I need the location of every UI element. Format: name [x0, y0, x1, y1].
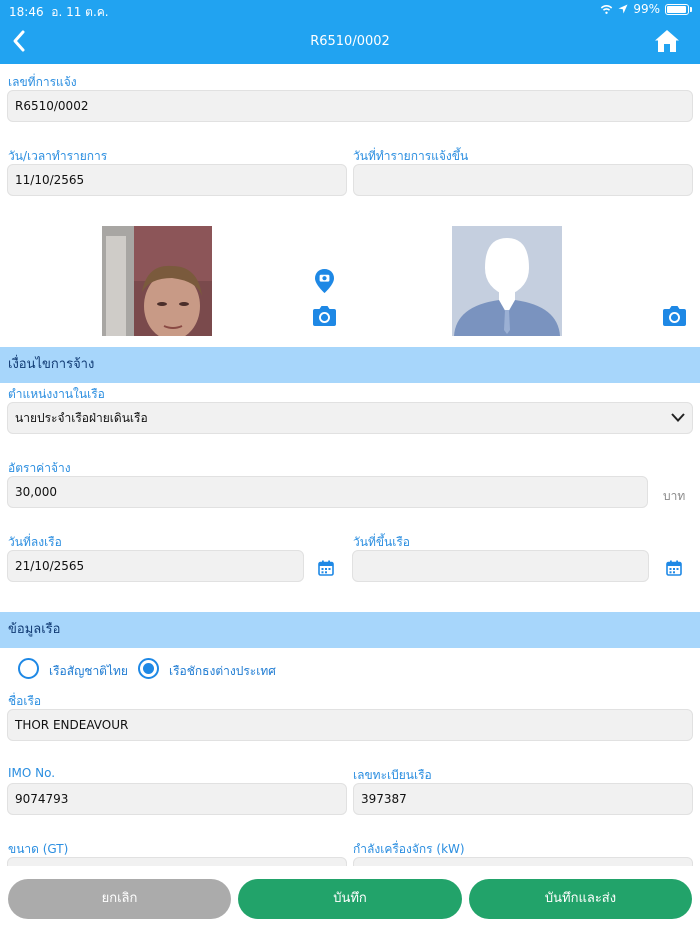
avatar-placeholder	[452, 226, 562, 336]
camera-icon[interactable]	[312, 305, 337, 327]
camera-icon-2[interactable]	[662, 305, 687, 327]
screen: 18:46 อ. 11 ต.ค. 99% R6510/0002 เลขที่กา…	[0, 0, 700, 934]
vessel-name-field[interactable]: THOR ENDEAVOUR	[7, 709, 693, 741]
radio-thai-vessel[interactable]	[18, 658, 39, 679]
status-right: 99%	[600, 2, 692, 16]
header-bar: 18:46 อ. 11 ต.ค. 99% R6510/0002	[0, 0, 700, 64]
disembark-date-field[interactable]	[352, 550, 649, 582]
battery-percent: 99%	[633, 2, 660, 16]
home-icon[interactable]	[654, 29, 680, 53]
position-selected-value: นายประจำเรือฝ่ายเดินเรือ	[15, 411, 148, 425]
location-arrow-icon	[618, 4, 628, 14]
vessel-section-header: ข้อมูลเรือ	[0, 612, 700, 648]
map-pin-camera-icon[interactable]	[315, 269, 334, 293]
status-time-date: 18:46 อ. 11 ต.ค.	[9, 5, 109, 19]
radio-foreign-vessel[interactable]	[138, 658, 159, 679]
wifi-icon	[601, 5, 613, 14]
board-date-field[interactable]: 21/10/2565	[7, 550, 304, 582]
transaction-date-field[interactable]: 11/10/2565	[7, 164, 347, 196]
imo-label: IMO No.	[8, 766, 56, 780]
radio-thai-label: เรือสัญชาติไทย	[49, 664, 128, 678]
chevron-down-icon	[671, 413, 685, 422]
battery-icon	[665, 3, 689, 15]
save-and-send-button[interactable]: บันทึกและส่ง	[469, 879, 692, 919]
report-no-field[interactable]: R6510/0002	[7, 90, 693, 122]
calendar-icon[interactable]	[318, 560, 334, 576]
radio-foreign-label: เรือชักธงต่างประเทศ	[169, 664, 276, 678]
save-button[interactable]: บันทึก	[238, 879, 462, 919]
person-photo	[102, 226, 212, 336]
wage-field[interactable]: 30,000	[7, 476, 648, 508]
registration-field[interactable]: 397387	[353, 783, 693, 815]
calendar-icon-2[interactable]	[666, 560, 682, 576]
cancel-button[interactable]: ยกเลิก	[8, 879, 231, 919]
battery-cap	[690, 6, 692, 12]
page-title: R6510/0002	[310, 34, 390, 49]
position-select[interactable]: นายประจำเรือฝ่ายเดินเรือ	[7, 402, 693, 434]
wage-unit: บาท	[663, 489, 686, 503]
employment-section-header: เงื่อนไขการจ้าง	[0, 347, 700, 383]
status-bar: 18:46 อ. 11 ต.ค. 99%	[0, 0, 700, 20]
imo-field[interactable]: 9074793	[7, 783, 347, 815]
notification-date-field[interactable]	[353, 164, 693, 196]
